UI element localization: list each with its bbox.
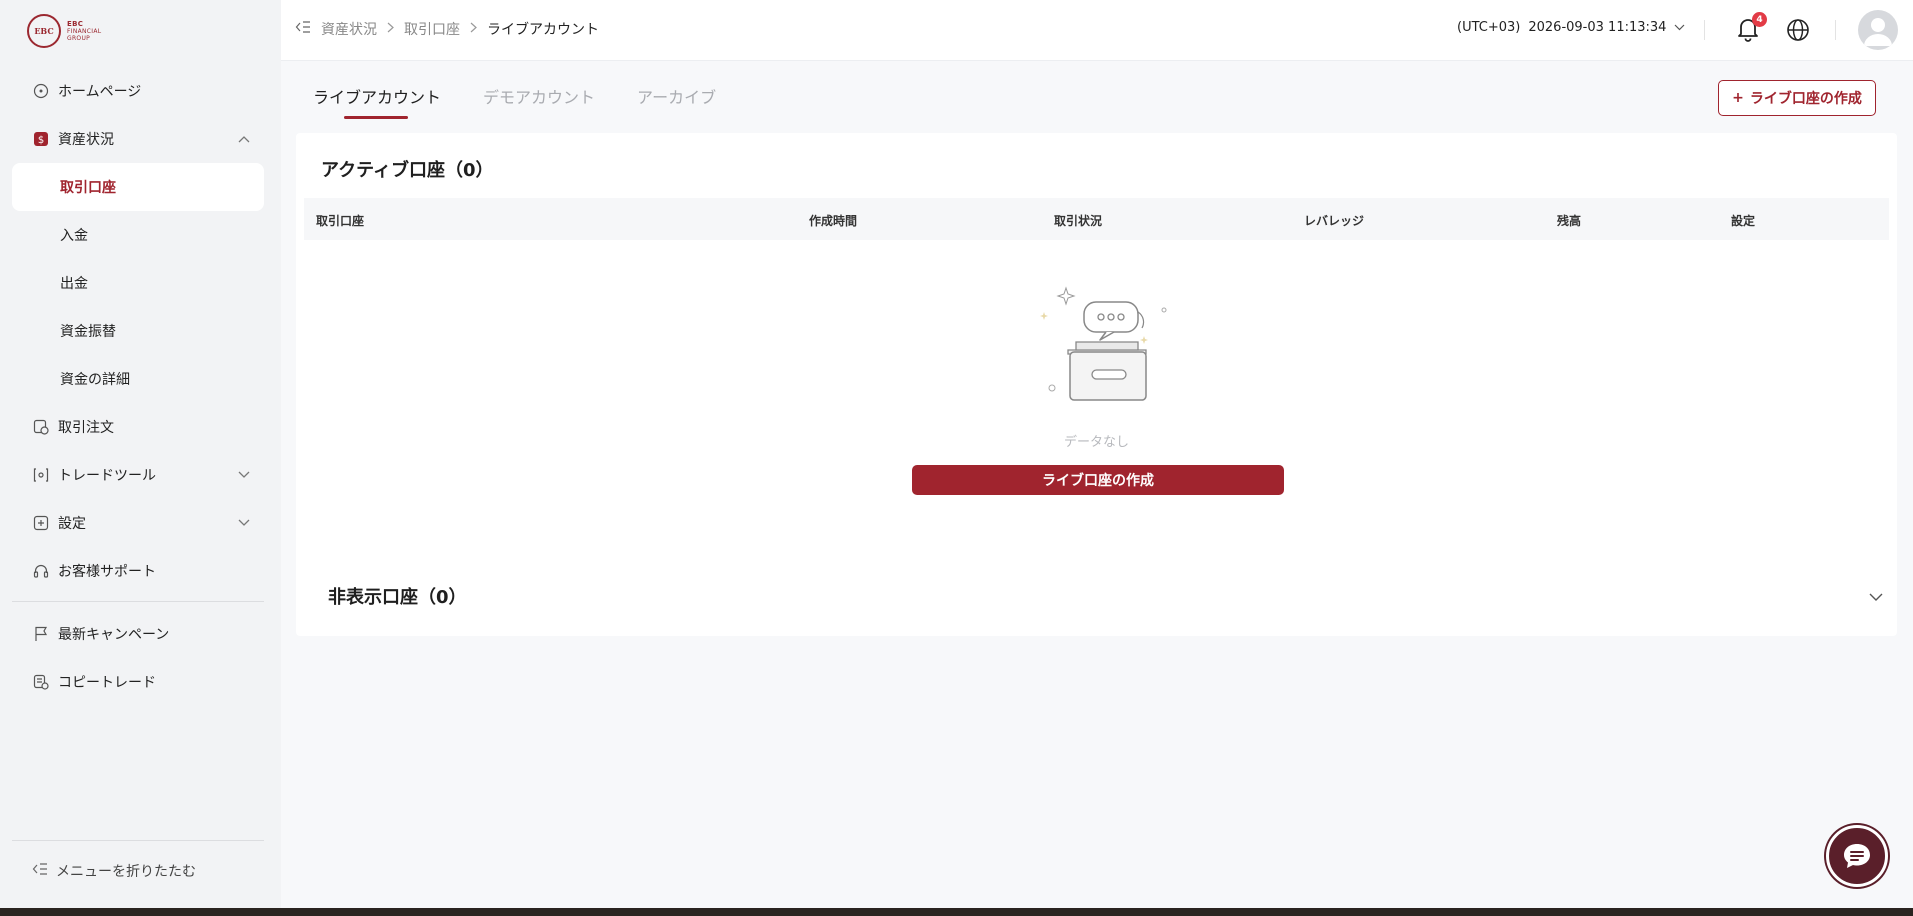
collapse-icon (32, 862, 48, 880)
collapse-menu-button[interactable]: メニューを折りたたむ (12, 840, 264, 900)
sidebar-item-orders[interactable]: 取引注文 (12, 403, 264, 451)
create-live-account-main-button[interactable]: ライブ口座の作成 (912, 465, 1284, 495)
sidebar-item-label: コピートレード (58, 675, 156, 691)
plus-icon: + (1732, 90, 1744, 106)
sidebar-item-label: 最新キャンペーン (58, 627, 170, 643)
tab-archive[interactable]: アーカイブ (637, 84, 716, 118)
breadcrumb-current: ライブアカウント (487, 22, 599, 38)
tab-live-account[interactable]: ライブアカウント (313, 84, 441, 119)
datetime-label: 2026-09-03 11:13:34 (1528, 20, 1667, 35)
sidebar-item-transfer[interactable]: 資金振替 (12, 307, 264, 355)
header-divider (1704, 20, 1705, 40)
home-icon (32, 82, 50, 100)
sidebar-item-home[interactable]: ホームページ (12, 67, 264, 115)
sidebar-item-label: 取引口座 (60, 180, 116, 196)
notification-badge: 4 (1752, 12, 1767, 27)
hidden-accounts-toggle[interactable]: 非表示口座（0） (296, 573, 1897, 623)
sidebar-item-label: 出金 (60, 276, 88, 292)
top-header: 資産状況 取引口座 ライブアカウント (UTC+03) 2026-09-03 1… (281, 0, 1913, 61)
sidebar-item-fund-details[interactable]: 資金の詳細 (12, 355, 264, 403)
sidebar-item-label: トレードツール (58, 468, 156, 484)
settings-icon (32, 514, 50, 532)
table-header: 取引口座 作成時間 取引状況 レバレッジ 残高 設定 (304, 198, 1889, 240)
sidebar-item-label: 入金 (60, 228, 88, 244)
breadcrumb-separator-icon (470, 22, 477, 36)
sidebar-item-withdraw[interactable]: 出金 (12, 259, 264, 307)
chevron-down-icon (1869, 587, 1883, 606)
sidebar-nav: ホームページ $ 資産状況 取引口座 入金 出金 資金振替 資金の詳細 取引注文… (12, 67, 264, 706)
ebc-logo[interactable]: EBC EBC FINANCIAL GROUP (27, 14, 101, 48)
taskbar-strip (0, 908, 1913, 916)
account-tabs: ライブアカウント デモアカウント アーカイブ (313, 84, 716, 119)
create-button-label: ライブ口座の作成 (1749, 91, 1862, 107)
sidebar-item-settings[interactable]: 設定 (12, 499, 264, 547)
nav-divider (12, 601, 264, 602)
breadcrumb-item[interactable]: 取引口座 (404, 19, 460, 39)
copy-icon (32, 673, 50, 691)
order-icon (32, 418, 50, 436)
notification-button[interactable]: 4 (1736, 12, 1767, 44)
sidebar-item-label: ホームページ (58, 84, 142, 100)
collapse-label: メニューを折りたたむ (56, 863, 196, 880)
sidebar-item-label: 設定 (58, 516, 86, 532)
sidebar-item-campaign[interactable]: 最新キャンペーン (12, 610, 264, 658)
svg-text:$: $ (38, 135, 44, 146)
logo-text: EBC FINANCIAL GROUP (67, 19, 102, 42)
timezone-label: (UTC+03) (1457, 20, 1521, 35)
globe-icon (1787, 19, 1809, 41)
chevron-up-icon (238, 132, 250, 146)
chevron-down-icon (238, 468, 250, 482)
language-button[interactable] (1786, 18, 1810, 46)
logo-line1: EBC (67, 19, 84, 28)
breadcrumb-item[interactable]: 資産状況 (321, 19, 377, 39)
sidebar-item-label: 取引注文 (58, 420, 114, 436)
logo-line2: FINANCIAL (67, 27, 102, 35)
collapse-sidebar-icon[interactable] (295, 20, 311, 38)
create-live-account-button[interactable]: + ライブ口座の作成 (1718, 80, 1876, 116)
empty-state-illustration (1018, 282, 1178, 416)
breadcrumb-separator-icon (387, 22, 394, 36)
column-header: 残高 (1557, 214, 1582, 228)
chevron-down-icon (238, 516, 250, 530)
active-accounts-title: アクティブ口座（0） (321, 160, 494, 181)
user-icon (1864, 18, 1892, 46)
sidebar: EBC EBC FINANCIAL GROUP ホームページ $ 資産状況 取引… (0, 0, 281, 908)
column-header: 作成時間 (809, 214, 858, 228)
sidebar-item-label: 資金の詳細 (60, 372, 130, 388)
chevron-down-icon (1674, 20, 1685, 35)
asset-icon: $ (32, 130, 50, 148)
column-header: レバレッジ (1304, 214, 1365, 228)
hidden-accounts-title: 非表示口座（0） (328, 587, 467, 608)
column-header: 取引状況 (1054, 214, 1103, 228)
logo-line3: GROUP (67, 34, 91, 42)
empty-state-text: データなし (1063, 435, 1129, 450)
sidebar-item-assets[interactable]: $ 資産状況 (12, 115, 264, 163)
sidebar-item-trading-account[interactable]: 取引口座 (12, 163, 264, 211)
accounts-card: アクティブ口座（0） 取引口座 作成時間 取引状況 レバレッジ 残高 設定 デー… (296, 133, 1897, 636)
column-header: 設定 (1731, 214, 1756, 228)
sidebar-item-copy-trade[interactable]: コピートレード (12, 658, 264, 706)
sidebar-item-label: お客様サポート (58, 564, 156, 580)
tab-demo-account[interactable]: デモアカウント (483, 84, 595, 118)
avatar[interactable] (1858, 10, 1898, 50)
sidebar-item-label: 資金振替 (60, 324, 116, 340)
sidebar-item-deposit[interactable]: 入金 (12, 211, 264, 259)
headset-icon (32, 562, 50, 580)
chat-icon (1844, 844, 1870, 868)
chat-support-button[interactable] (1826, 825, 1888, 887)
logo-mark-text: EBC (34, 26, 54, 36)
logo-mark: EBC (27, 14, 61, 48)
sidebar-item-trade-tools[interactable]: トレードツール (12, 451, 264, 499)
breadcrumb: 資産状況 取引口座 ライブアカウント (295, 19, 599, 39)
timezone-selector[interactable]: (UTC+03) 2026-09-03 11:13:34 (1457, 20, 1685, 35)
sidebar-item-label: 資産状況 (58, 132, 114, 148)
tools-icon (32, 466, 50, 484)
column-header: 取引口座 (316, 214, 365, 228)
sidebar-item-support[interactable]: お客様サポート (12, 547, 264, 595)
flag-icon (32, 625, 50, 643)
header-divider (1835, 20, 1836, 40)
